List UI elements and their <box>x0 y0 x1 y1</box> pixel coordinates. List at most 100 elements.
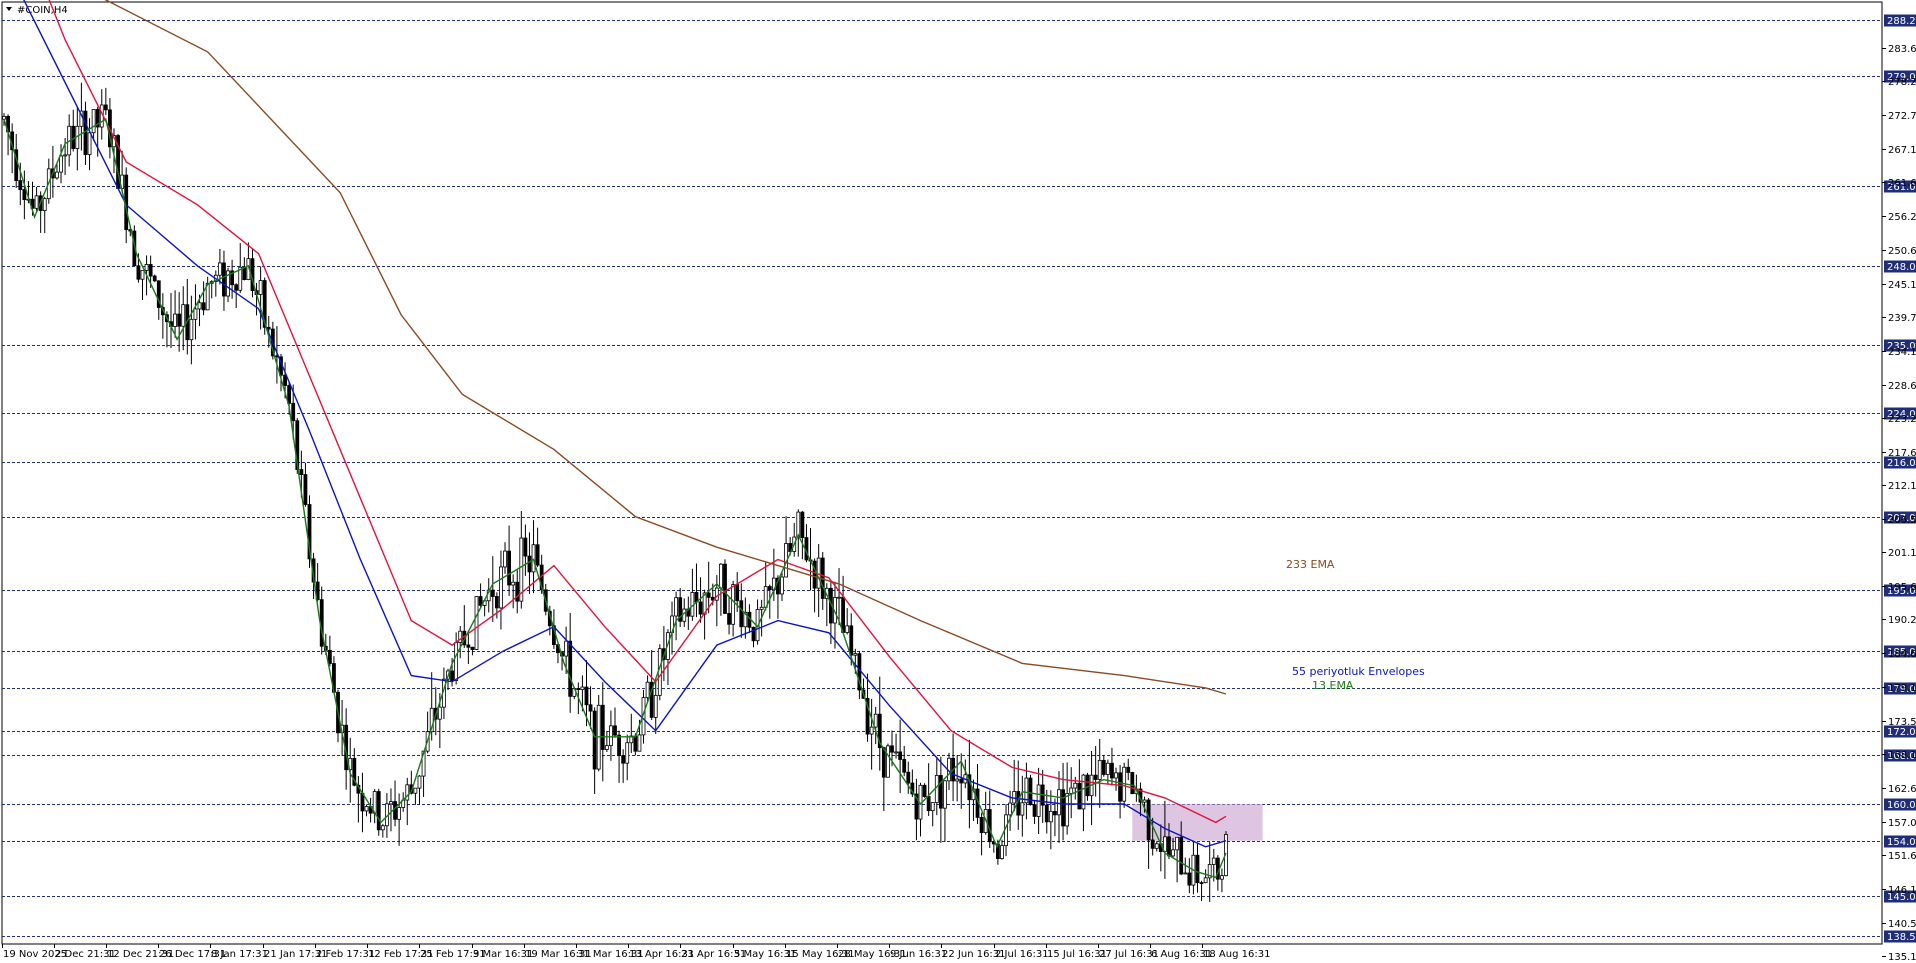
candle-body <box>955 778 960 782</box>
candle-body <box>580 686 585 691</box>
y-tick-label: 157.05 <box>1888 818 1916 829</box>
y-tick-label: 173.55 <box>1888 717 1916 728</box>
candle-body <box>727 613 731 625</box>
candle-body <box>1048 810 1053 823</box>
candle-body <box>1077 782 1082 810</box>
candle-body <box>470 646 475 650</box>
y-tick-label: 146.10 <box>1888 885 1916 896</box>
candle-body <box>837 596 841 599</box>
candle-body <box>193 308 198 320</box>
candle-body <box>222 262 226 297</box>
candle-body <box>780 576 784 595</box>
candle-body <box>364 806 369 812</box>
y-tick-label: 234.15 <box>1888 347 1916 358</box>
level-badge-label: 154.00 <box>1887 837 1916 848</box>
candle-body <box>800 511 805 538</box>
candle-body <box>845 625 850 633</box>
candle-body <box>902 759 907 773</box>
candle-body <box>466 644 471 648</box>
candle-body <box>588 704 593 712</box>
candle-body <box>1118 772 1122 802</box>
level-badge-label: 172.00 <box>1887 727 1916 738</box>
candle-body <box>1097 759 1102 780</box>
y-tick-label: 261.65 <box>1888 178 1916 189</box>
candle-body <box>417 775 422 789</box>
zone-rect[interactable] <box>1132 804 1263 841</box>
candle-body <box>723 563 727 614</box>
candle-body <box>706 592 711 598</box>
annotation-label: 13 EMA <box>1312 679 1354 692</box>
candle-body <box>1220 875 1224 880</box>
candle-body <box>1175 836 1180 851</box>
level-badge-label: 216.00 <box>1887 458 1916 469</box>
annotation-label: 233 EMA <box>1286 558 1335 571</box>
candle-body <box>633 735 638 752</box>
candle-body <box>291 402 296 422</box>
candle-body <box>698 601 703 615</box>
candle-body <box>393 801 397 820</box>
candle-body <box>327 649 332 664</box>
candle-body <box>759 606 764 610</box>
candle-body <box>890 745 894 753</box>
candle-body <box>604 745 609 750</box>
candle-body <box>1179 836 1184 875</box>
candle-body <box>682 608 687 622</box>
candle-body <box>926 796 931 812</box>
candle-body <box>930 802 935 812</box>
candle-body <box>849 625 854 656</box>
candle-body <box>1057 789 1061 816</box>
support-zone <box>1132 804 1263 841</box>
candle-body <box>535 544 540 566</box>
candle-body <box>144 264 149 271</box>
candle-body <box>796 511 801 538</box>
candle-body <box>1053 810 1057 816</box>
candle-body <box>454 642 459 681</box>
candle-body <box>584 686 589 706</box>
candle-body <box>197 302 202 310</box>
candle-body <box>55 171 59 179</box>
candle-body <box>934 775 939 803</box>
candle-body <box>380 825 385 831</box>
price-chart[interactable]: #COIN,H4 288.24279.00261.00248.00235.002… <box>0 0 1916 963</box>
candle-body <box>719 563 723 589</box>
candle-body <box>1032 804 1037 817</box>
candle-body <box>87 132 92 155</box>
candle-body <box>376 791 381 831</box>
candle-body <box>621 755 626 764</box>
y-tick-label: 228.60 <box>1888 381 1916 392</box>
candle-body <box>922 784 927 797</box>
candle-body <box>1061 789 1065 827</box>
candle-body <box>152 275 157 282</box>
candle-body <box>886 745 890 778</box>
candle-body <box>201 302 206 311</box>
x-tick-label: 15 Jul 16:31 <box>1047 949 1107 960</box>
level-badge-label: 248.00 <box>1887 262 1916 273</box>
y-tick-label: 151.65 <box>1888 851 1916 862</box>
candle-body <box>1085 774 1090 797</box>
candle-body <box>437 706 442 720</box>
candle-body <box>413 787 418 794</box>
candle-body <box>499 566 503 609</box>
candle-body <box>22 189 27 201</box>
candle-body <box>1142 799 1147 803</box>
candle-body <box>600 704 605 750</box>
candle-body <box>1154 843 1159 849</box>
candle-body <box>898 751 903 760</box>
candle-body <box>1044 804 1049 823</box>
candle-body <box>59 155 63 173</box>
candle-body <box>1069 787 1074 794</box>
candle-body <box>959 778 964 784</box>
candle-body <box>617 734 621 757</box>
y-tick-label: 256.20 <box>1888 212 1916 223</box>
y-tick-label: 250.65 <box>1888 246 1916 257</box>
candle-body <box>242 266 247 281</box>
candle-body <box>478 596 483 606</box>
candle-body <box>609 725 613 747</box>
candle-body <box>731 584 736 625</box>
y-tick-label: 223.20 <box>1888 414 1916 425</box>
level-badge-label: 288.24 <box>1887 16 1916 27</box>
x-tick-label: 2 Feb 17:31 <box>316 949 375 960</box>
y-tick-label: 195.60 <box>1888 582 1916 593</box>
candle-body <box>568 640 573 697</box>
candle-body <box>1012 791 1017 804</box>
